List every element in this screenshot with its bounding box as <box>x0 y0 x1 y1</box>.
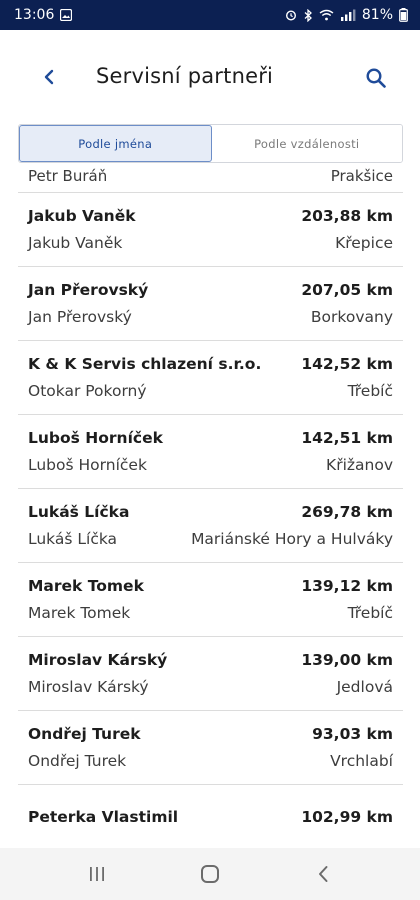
partner-distance: 142,52 km <box>301 355 393 373</box>
partner-name: Lukáš Líčka <box>28 503 130 521</box>
bluetooth-icon <box>303 8 313 22</box>
partner-distance: 142,51 km <box>301 429 393 447</box>
partner-name: Miroslav Kárský <box>28 651 168 669</box>
gallery-notification-icon <box>60 9 73 21</box>
system-back-button[interactable] <box>301 852 345 896</box>
tab-by-name[interactable]: Podle jména <box>19 125 212 162</box>
partner-name: Luboš Horníček <box>28 429 163 447</box>
partner-name: Jan Přerovský <box>28 281 149 299</box>
list-item[interactable]: Lukáš Líčka 269,78 km Lukáš Líčka Mariánsk… <box>18 489 403 563</box>
partner-city: Vrchlabí <box>330 752 393 770</box>
partner-name: Marek Tomek <box>28 577 144 595</box>
page-title: Servisní partneři <box>96 64 274 88</box>
list-item[interactable]: Luboš Horníček 142,51 km Luboš Horníček Kř… <box>18 415 403 489</box>
battery-percentage: 81% <box>361 7 393 23</box>
back-button[interactable] <box>36 64 62 90</box>
partner-distance: 207,05 km <box>301 281 393 299</box>
partner-contact: Jakub Vaněk <box>28 234 123 252</box>
partner-city: Křepice <box>335 234 393 252</box>
home-icon <box>200 865 219 883</box>
partner-distance: 93,03 km <box>312 725 393 743</box>
status-bar: 13:06 81% <box>0 0 420 30</box>
recents-button[interactable] <box>75 852 119 896</box>
partner-contact: Jan Přerovský <box>28 308 132 326</box>
partner-list: Petr Buráň Prakšice Jakub Vaněk 203,88 km… <box>18 163 403 848</box>
list-item[interactable]: K & K Servis chlazení s.r.o. 142,52 km Ot… <box>18 341 403 415</box>
signal-icon <box>340 9 356 21</box>
partner-name: K & K Servis chlazení s.r.o. <box>28 355 262 373</box>
partner-name: Ondřej Turek <box>28 725 141 743</box>
partner-city: Mariánské Hory a Hulváky <box>191 530 393 548</box>
partner-city: Křižanov <box>326 456 393 474</box>
search-icon <box>366 68 386 88</box>
partner-city: Prakšice <box>330 166 393 185</box>
partner-distance: 139,00 km <box>301 651 393 669</box>
status-time: 13:06 <box>14 7 55 23</box>
tab-by-distance[interactable]: Podle vzdálenosti <box>211 125 402 162</box>
partner-name: Jakub Vaněk <box>28 207 136 225</box>
partner-contact: Petr Buráň <box>28 166 108 185</box>
wifi-icon <box>319 9 334 21</box>
recents-icon <box>89 867 104 881</box>
partner-contact: Miroslav Kárský <box>28 678 149 696</box>
partner-contact: Marek Tomek <box>28 604 131 622</box>
list-item[interactable]: Ondřej Turek 93,03 km Ondřej Turek Vrchlab… <box>18 711 403 785</box>
partner-contact: Lukáš Líčka <box>28 530 118 548</box>
partner-contact: Luboš Horníček <box>28 456 147 474</box>
home-button[interactable] <box>188 852 232 896</box>
partner-city: Borkovany <box>310 308 393 326</box>
list-item[interactable]: Jakub Vaněk 203,88 km Jakub Vaněk Křepice <box>18 193 403 267</box>
partner-name: Peterka Vlastimil <box>28 808 179 826</box>
list-item[interactable]: Jan Přerovský 207,05 km Jan Přerovský Bork… <box>18 267 403 341</box>
list-item[interactable]: Miroslav Kárský 139,00 km Miroslav Kárský… <box>18 637 403 711</box>
partner-contact: Ondřej Turek <box>28 752 127 770</box>
partner-distance: 102,99 km <box>301 808 393 826</box>
partner-distance: 269,78 km <box>301 503 393 521</box>
system-nav-bar <box>0 848 420 900</box>
back-icon <box>319 866 328 882</box>
alarm-icon <box>285 9 297 21</box>
list-item[interactable]: Peterka Vlastimil 102,99 km <box>18 785 403 848</box>
partner-city: Třebíč <box>347 604 393 622</box>
app-header: Servisní partneři <box>0 30 420 126</box>
partner-city: Jedlová <box>336 678 393 696</box>
partner-distance: 139,12 km <box>301 577 393 595</box>
partner-city: Třebíč <box>347 382 393 400</box>
chevron-left-icon <box>44 69 54 85</box>
list-item[interactable]: Marek Tomek 139,12 km Marek Tomek Třebíč <box>18 563 403 637</box>
partner-distance: 203,88 km <box>301 207 393 225</box>
battery-icon <box>399 8 408 22</box>
list-item-partial[interactable]: Petr Buráň Prakšice <box>18 163 403 193</box>
search-button[interactable] <box>362 64 390 92</box>
sort-tabs: Podle jména Podle vzdálenosti <box>18 124 403 163</box>
partner-contact: Otokar Pokorný <box>28 382 147 400</box>
